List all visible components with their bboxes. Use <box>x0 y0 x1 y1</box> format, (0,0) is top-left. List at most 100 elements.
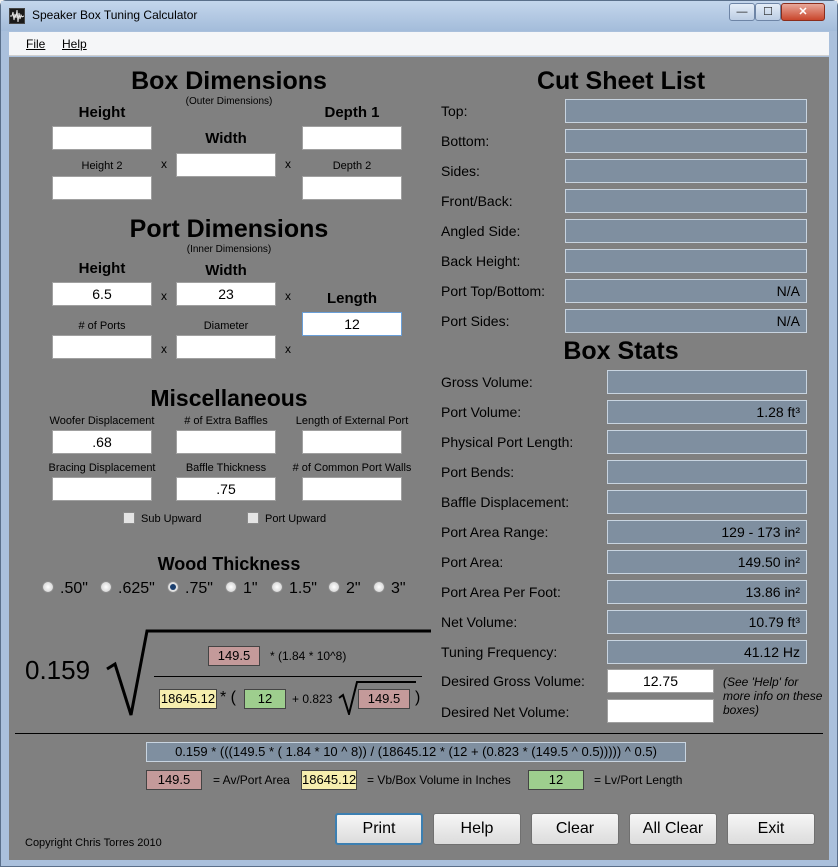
help-note: (See 'Help' for more info on these boxes… <box>723 675 823 717</box>
common-port-walls-input[interactable] <box>302 477 402 501</box>
cut-sheet-heading: Cut Sheet List <box>536 67 706 95</box>
gross-volume-output <box>607 370 807 394</box>
wood-option-75[interactable]: .75" <box>167 580 213 598</box>
menu-help-label: Help <box>62 37 87 51</box>
cut-row-label: Back Height: <box>441 253 521 269</box>
external-port-label: Length of External Port <box>295 415 409 427</box>
box-width-input[interactable] <box>176 153 276 177</box>
baffle-thickness-input[interactable]: .75 <box>176 477 276 501</box>
maximize-button[interactable]: ☐ <box>755 3 781 21</box>
tuning-frequency-output: 41.12 Hz <box>607 640 807 664</box>
port-area-range-output: 129 - 173 in² <box>607 520 807 544</box>
port-width-input[interactable]: 23 <box>176 282 276 306</box>
menu-file[interactable]: File <box>26 37 45 51</box>
cut-angled-side-output <box>565 219 807 243</box>
port-length-input[interactable]: 12 <box>302 312 402 336</box>
cut-port-top-bottom-output: N/A <box>565 279 807 303</box>
stat-row-label: Port Bends: <box>441 464 515 480</box>
port-volume-output: 1.28 ft³ <box>607 400 807 424</box>
port-count-input[interactable] <box>52 335 152 359</box>
copyright-text: Copyright Chris Torres 2010 <box>25 837 162 849</box>
sub-upward-checkbox[interactable]: Sub Upward <box>123 512 202 525</box>
desired-gross-input[interactable]: 12.75 <box>607 669 714 693</box>
port-upward-checkbox[interactable]: Port Upward <box>247 512 326 525</box>
cut-row-label: Sides: <box>441 163 480 179</box>
stat-row-label: Baffle Displacement: <box>441 494 570 510</box>
box-depth1-label: Depth 1 <box>324 104 380 121</box>
wood-option-1[interactable]: 1" <box>225 580 258 598</box>
port-dimensions-subheading: (Inner Dimensions) <box>186 244 272 255</box>
wood-option-50[interactable]: .50" <box>42 580 88 598</box>
stat-row-label: Port Area: <box>441 554 504 570</box>
exit-button[interactable]: Exit <box>727 813 815 845</box>
legend-av-text: = Av/Port Area <box>213 773 290 787</box>
bracing-displacement-input[interactable] <box>52 477 152 501</box>
desired-net-input[interactable] <box>607 699 714 723</box>
clear-button[interactable]: Clear <box>531 813 619 845</box>
radio-dot-selected <box>167 581 179 593</box>
radio-dot <box>225 581 237 593</box>
radio-dot <box>271 581 283 593</box>
formula-expression: 0.159 * (((149.5 * ( 1.84 * 10 ^ 8)) / (… <box>146 742 686 762</box>
formula-numerator-text: * (1.84 * 10^8) <box>270 649 347 663</box>
wood-option-2[interactable]: 2" <box>328 580 361 598</box>
box-height-label: Height <box>78 104 126 121</box>
port-height-input[interactable]: 6.5 <box>52 282 152 306</box>
box-height-input[interactable] <box>52 126 152 150</box>
box-height2-input[interactable] <box>52 176 152 200</box>
wood-option-1-5[interactable]: 1.5" <box>271 580 317 598</box>
radio-dot <box>328 581 340 593</box>
title-bar[interactable]: Speaker Box Tuning Calculator — ☐ ✕ <box>1 1 837 31</box>
cut-port-sides-output: N/A <box>565 309 807 333</box>
wood-option-625[interactable]: .625" <box>100 580 155 598</box>
cut-row-label: Front/Back: <box>441 193 513 209</box>
menu-help[interactable]: Help <box>62 37 87 51</box>
cut-row-label: Bottom: <box>441 133 490 149</box>
misc-heading: Miscellaneous <box>150 385 308 411</box>
port-height-label: Height <box>78 260 126 277</box>
formula-close-paren: ) <box>415 689 421 706</box>
wood-option-label: 3" <box>391 580 406 597</box>
radio-dot <box>100 581 112 593</box>
box-depth2-input[interactable] <box>302 176 402 200</box>
minimize-button[interactable]: — <box>729 3 755 21</box>
radio-dot <box>42 581 54 593</box>
wood-option-label: 2" <box>346 580 361 597</box>
port-diameter-input[interactable] <box>176 335 276 359</box>
external-port-input[interactable] <box>302 430 402 454</box>
cut-sides-output <box>565 159 807 183</box>
app-window: Speaker Box Tuning Calculator — ☐ ✕ File… <box>0 0 838 867</box>
lv-chip: 12 <box>244 689 286 709</box>
window-title: Speaker Box Tuning Calculator <box>32 8 198 22</box>
all-clear-button[interactable]: All Clear <box>629 813 717 845</box>
legend-lv-text: = Lv/Port Length <box>594 773 683 787</box>
wood-option-label: .75" <box>185 580 213 597</box>
av-chip: 149.5 <box>208 646 260 666</box>
exit-button-label: Exit <box>757 820 785 837</box>
fraction-bar <box>154 676 422 677</box>
woofer-displacement-input[interactable]: .68 <box>52 430 152 454</box>
port-width-label: Width <box>205 262 247 279</box>
help-button[interactable]: Help <box>433 813 521 845</box>
box-width-label: Width <box>205 130 247 147</box>
box-depth1-input[interactable] <box>302 126 402 150</box>
stat-row-label: Gross Volume: <box>441 374 533 390</box>
box-stats-heading: Box Stats <box>563 337 679 365</box>
print-button[interactable]: Print <box>335 813 423 845</box>
formula-star-paren: * ( <box>220 689 236 706</box>
legend-vb-text: = Vb/Box Volume in Inches <box>367 773 511 787</box>
cut-row-label: Port Sides: <box>441 313 510 329</box>
port-bends-output <box>607 460 807 484</box>
cut-row-label: Top: <box>441 103 468 119</box>
wood-option-3[interactable]: 3" <box>373 580 406 598</box>
cut-bottom-output <box>565 129 807 153</box>
stat-row-label: Port Area Range: <box>441 524 549 540</box>
close-button[interactable]: ✕ <box>781 3 825 21</box>
extra-baffles-input[interactable] <box>176 430 276 454</box>
checkbox-box <box>247 512 259 524</box>
cut-back-height-output <box>565 249 807 273</box>
desired-gross-label: Desired Gross Volume: <box>441 673 585 689</box>
net-volume-output: 10.79 ft³ <box>607 610 807 634</box>
sub-upward-label: Sub Upward <box>141 513 202 525</box>
physical-port-length-output <box>607 430 807 454</box>
